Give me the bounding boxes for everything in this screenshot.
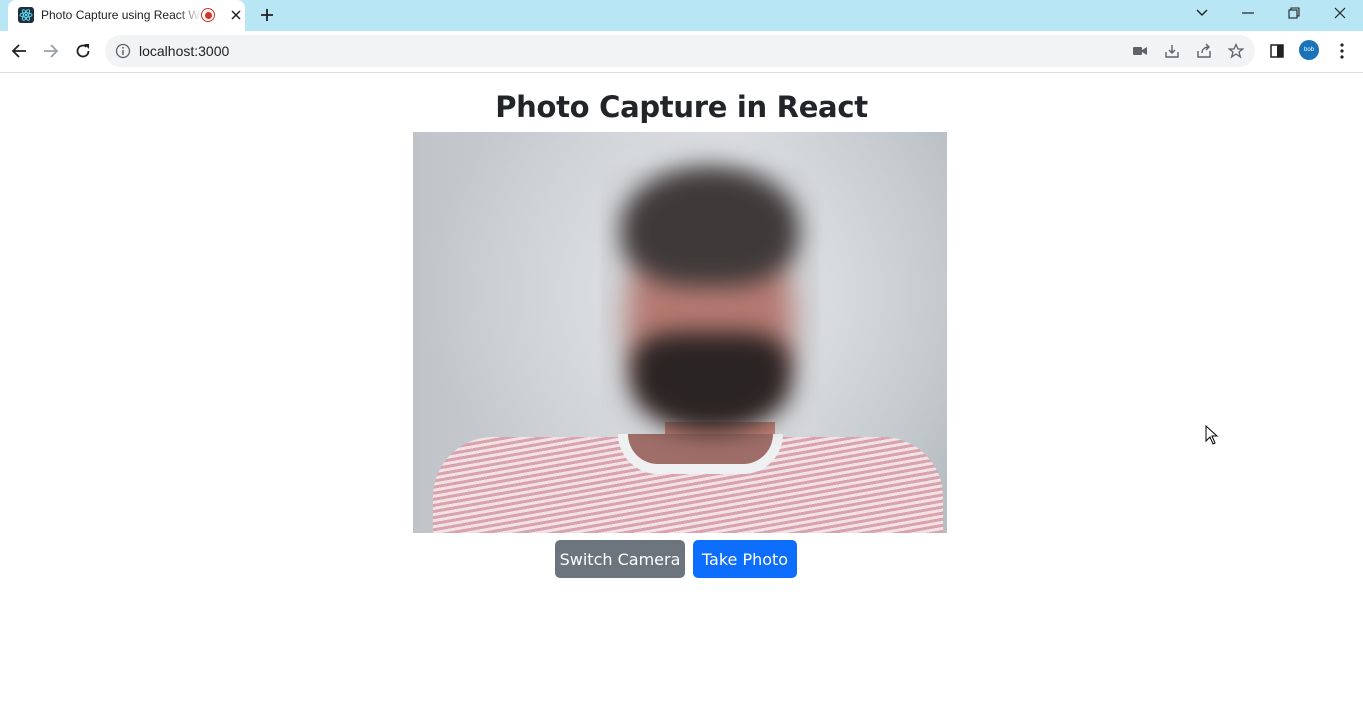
camera-in-use-icon[interactable] — [1131, 42, 1149, 60]
page-title: Photo Capture in React — [495, 90, 868, 124]
recording-icon — [201, 8, 215, 22]
info-icon[interactable] — [115, 43, 131, 59]
side-panel-icon[interactable] — [1262, 36, 1292, 66]
install-app-icon[interactable] — [1163, 42, 1181, 60]
profile-avatar[interactable]: bob — [1299, 40, 1319, 60]
share-icon[interactable] — [1195, 42, 1213, 60]
new-tab-icon[interactable] — [256, 4, 278, 26]
restore-icon[interactable] — [1272, 0, 1316, 26]
mouse-cursor-icon — [1205, 424, 1219, 445]
browser-toolbar: localhost:3000 bob — [0, 31, 1363, 73]
browser-tab[interactable]: Photo Capture using React W — [8, 0, 245, 31]
forward-icon[interactable] — [36, 36, 66, 66]
webcam-video-feed — [413, 132, 947, 533]
tab-search-icon[interactable] — [1180, 0, 1224, 26]
camera-controls: Switch Camera Take Photo — [0, 540, 1363, 578]
address-bar[interactable]: localhost:3000 — [105, 35, 1255, 67]
take-photo-button[interactable]: Take Photo — [693, 540, 797, 578]
close-window-icon[interactable] — [1318, 0, 1362, 26]
tab-title: Photo Capture using React W — [41, 8, 200, 22]
bookmark-star-icon[interactable] — [1227, 42, 1245, 60]
more-menu-icon[interactable] — [1327, 36, 1357, 66]
back-icon[interactable] — [4, 36, 34, 66]
close-tab-icon[interactable] — [227, 6, 245, 24]
react-icon — [18, 7, 34, 23]
tab-strip: Photo Capture using React W — [0, 0, 1363, 31]
reload-icon[interactable] — [68, 36, 98, 66]
switch-camera-button[interactable]: Switch Camera — [555, 540, 685, 578]
url-text: localhost:3000 — [139, 43, 230, 59]
minimize-icon[interactable] — [1226, 0, 1270, 26]
